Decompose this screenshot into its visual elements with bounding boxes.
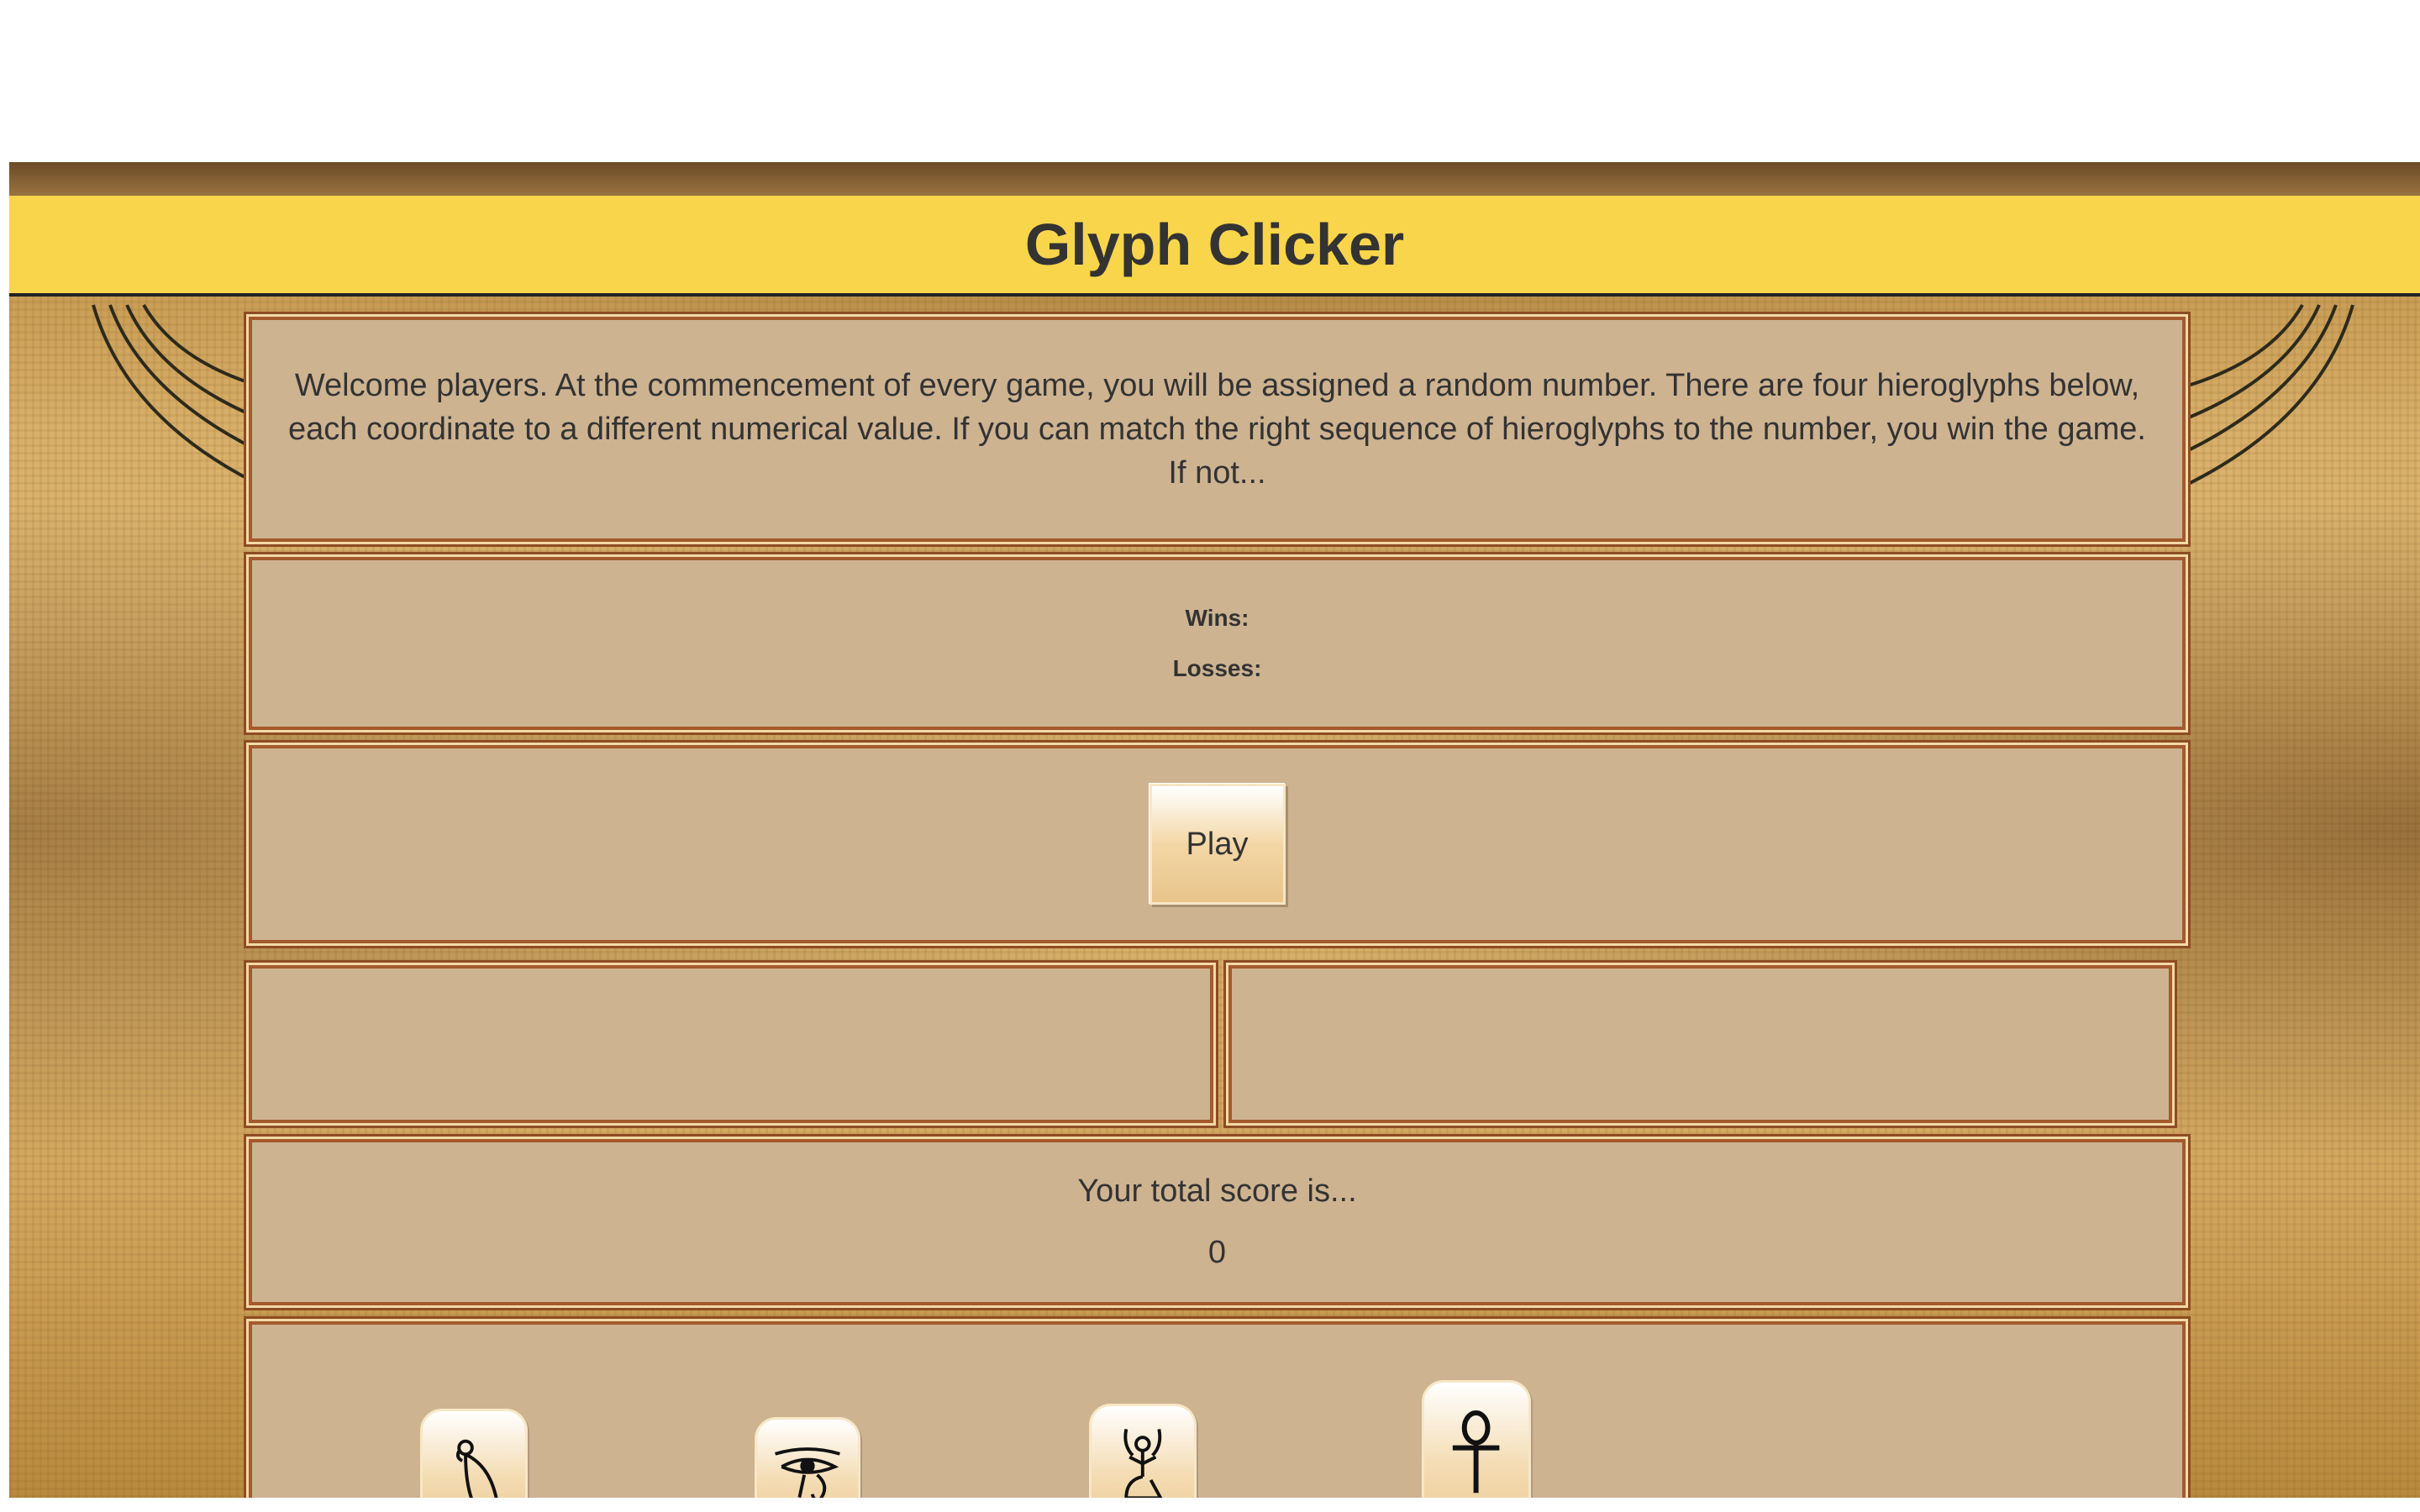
score-panel: Your total score is... 0	[249, 1139, 2186, 1305]
losses-label: Losses:	[1172, 655, 1262, 681]
title-bar: Glyph Clicker	[9, 196, 2420, 297]
game-viewport: Glyph Clicker Welcome players. At the co…	[9, 162, 2420, 1498]
falcon-glyph-icon[interactable]	[420, 1409, 528, 1498]
top-decor-strip	[9, 162, 2420, 196]
wins-label: Wins:	[1185, 605, 1249, 631]
eye-of-horus-icon	[775, 1447, 840, 1498]
page-title: Glyph Clicker	[1024, 212, 1405, 277]
score-value: 0	[1207, 1235, 1227, 1270]
score-label: Your total score is...	[1077, 1173, 1357, 1209]
seated-god-glyph-icon[interactable]	[1089, 1404, 1197, 1498]
glyph-panel	[249, 1321, 2186, 1498]
play-button[interactable]: Play	[1149, 784, 1286, 905]
target-number-panel	[249, 965, 1213, 1123]
ankh-glyph-icon[interactable]	[1422, 1380, 1531, 1498]
right-wing-decoration	[2176, 304, 2354, 491]
ankh-icon	[1453, 1410, 1500, 1494]
falcon-icon	[456, 1439, 498, 1498]
play-panel: Play	[249, 745, 2186, 943]
result-panel	[1228, 965, 2172, 1123]
stats-panel: Wins: Losses:	[249, 557, 2186, 730]
seated-god-icon	[1123, 1428, 1163, 1498]
intro-text: Welcome players. At the commencement of …	[288, 368, 2146, 491]
eye-of-horus-glyph-icon[interactable]	[755, 1417, 860, 1498]
intro-panel: Welcome players. At the commencement of …	[249, 317, 2186, 542]
left-wing-decoration	[92, 304, 270, 491]
